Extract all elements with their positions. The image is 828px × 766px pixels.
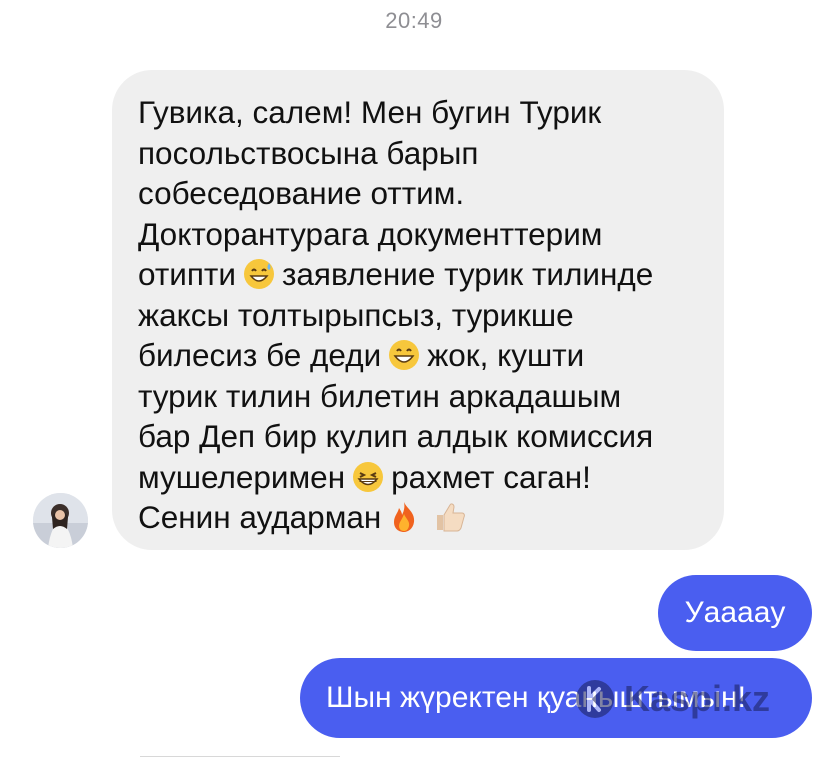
avatar-photo-icon bbox=[33, 493, 88, 548]
message-line: жаксы толтырыпсыз, турикше bbox=[138, 296, 574, 333]
contact-avatar[interactable] bbox=[33, 493, 88, 548]
message-text: билесиз бе деди bbox=[138, 337, 382, 373]
message-line: турик тилин билетин аркадашым bbox=[138, 377, 622, 414]
message-line: билесиз бе деди жок, кушти bbox=[138, 335, 704, 376]
thumbs-up-emoji-icon bbox=[433, 500, 467, 534]
message-line: собеседование оттим. bbox=[138, 175, 465, 211]
message-text: отипти bbox=[138, 256, 236, 292]
message-line: отипти заявление турик тилинде bbox=[138, 254, 704, 295]
message-line: бар Деп бир кулип алдык комиссия bbox=[138, 418, 654, 454]
incoming-message-bubble[interactable]: Гувика, салем! Мен бугин Турик посольств… bbox=[112, 70, 724, 550]
beaming-emoji-icon bbox=[351, 460, 385, 494]
message-timestamp: 20:49 bbox=[385, 8, 443, 33]
message-text: рахмет саган! bbox=[391, 458, 591, 495]
message-text: мушелеримен bbox=[138, 458, 346, 495]
grinning-emoji-icon bbox=[387, 338, 421, 372]
message-text: жок, кушти bbox=[427, 337, 585, 373]
outgoing-message-bubble[interactable]: Шын жүректен қуаныштымын! bbox=[300, 658, 812, 738]
message-line: Сенин аударман bbox=[138, 497, 704, 538]
outgoing-message-bubble[interactable]: Уааааy bbox=[658, 575, 812, 651]
fire-emoji-icon bbox=[387, 500, 421, 534]
message-text: Шын жүректен қуаныштымын! bbox=[326, 681, 746, 714]
message-text: Уааааy bbox=[684, 596, 786, 629]
message-line: Гувика, салем! Мен бугин Турик bbox=[138, 94, 602, 130]
message-line: Докторантурага документтерим bbox=[138, 215, 603, 252]
message-line: посольствосына барып bbox=[138, 134, 479, 171]
message-text: Сенин аударман bbox=[138, 499, 382, 535]
message-line: мушелеримен рахмет саган! bbox=[138, 457, 704, 498]
grinning-sweat-emoji-icon bbox=[242, 257, 276, 291]
message-text: заявление турик тилинде bbox=[281, 256, 654, 292]
